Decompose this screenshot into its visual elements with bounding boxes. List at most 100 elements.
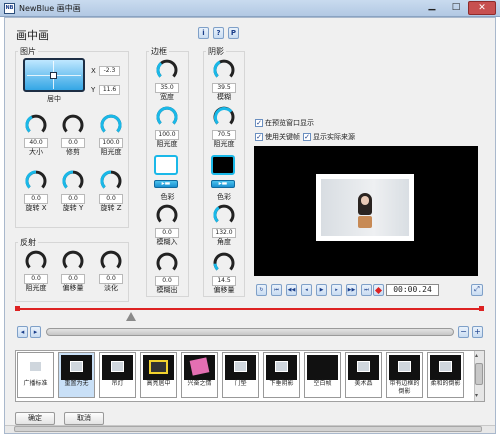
prev-keyframe-button[interactable]: ◀◀: [286, 284, 297, 296]
loop-button[interactable]: ↻: [256, 284, 267, 296]
x-value[interactable]: -2.3: [99, 66, 120, 76]
shadow-blur-value[interactable]: 39.5: [212, 83, 236, 93]
image-rotate-y-control: 0.0 旋转 Y: [55, 170, 91, 213]
zoom-out-button[interactable]: −: [458, 326, 469, 338]
preset-thumbnail: [102, 355, 133, 380]
reflection-offset-value[interactable]: 0.0: [61, 274, 85, 284]
image-rotate-x-knob[interactable]: [25, 170, 47, 192]
image-rotate-y-value[interactable]: 0.0: [61, 194, 85, 204]
shadow-blur-knob[interactable]: [213, 59, 235, 81]
app-icon: NB: [4, 3, 15, 14]
keyframe-start[interactable]: [15, 306, 20, 311]
border-blur-out-label: 模糊出: [156, 286, 178, 294]
playhead-marker[interactable]: [126, 312, 136, 321]
shadow-angle-knob[interactable]: [213, 204, 235, 226]
preset-item[interactable]: 兴奋之情: [181, 352, 218, 398]
border-color-swatch[interactable]: [154, 155, 178, 175]
preset-scroll-down-icon[interactable]: ▾: [475, 392, 478, 400]
keyframe-end[interactable]: [479, 306, 484, 311]
preset-item[interactable]: 广播标准: [17, 352, 54, 398]
position-pad[interactable]: [23, 58, 85, 92]
reflection-fade-knob[interactable]: [100, 250, 122, 272]
preset-scroll-up-icon[interactable]: ▴: [475, 352, 478, 360]
shadow-angle-value[interactable]: 132.0: [212, 228, 236, 238]
image-crop-knob[interactable]: [62, 114, 84, 136]
minimize-button[interactable]: ▁: [420, 1, 444, 15]
preset-item[interactable]: 门垫: [222, 352, 259, 398]
go-end-button[interactable]: ⏭: [361, 284, 372, 296]
border-width-knob[interactable]: [156, 59, 178, 81]
preset-label: 空白帧: [313, 380, 332, 387]
next-frame-button[interactable]: ▸: [331, 284, 342, 296]
y-value[interactable]: 11.6: [99, 85, 120, 95]
preset-item[interactable]: 带有边框的倒影: [386, 352, 423, 398]
show-in-preview-checkbox[interactable]: ✓: [255, 119, 263, 127]
play-button[interactable]: ▶: [316, 284, 327, 296]
add-keyframe-button[interactable]: [373, 284, 384, 296]
image-opacity-value[interactable]: 100.0: [99, 138, 123, 148]
help-button[interactable]: ?: [213, 27, 224, 39]
shadow-color-picker-button[interactable]: ▸▬: [211, 180, 235, 188]
border-blur-out-value[interactable]: 0.0: [155, 276, 179, 286]
border-color-picker-button[interactable]: ▸▬: [154, 180, 178, 188]
image-opacity-label: 阻光度: [100, 148, 122, 156]
pip-frame: [316, 174, 414, 241]
image-crop-value[interactable]: 0.0: [61, 138, 85, 148]
keyframe-track[interactable]: [17, 308, 483, 310]
next-keyframe-button[interactable]: ▶▶: [346, 284, 357, 296]
position-handle[interactable]: [50, 72, 57, 79]
border-blur-in-knob[interactable]: [156, 204, 178, 226]
border-blur-out-knob[interactable]: [156, 252, 178, 274]
shadow-offset-knob[interactable]: [213, 252, 235, 274]
shadow-opacity-knob[interactable]: [213, 106, 235, 128]
preset-thumbnail: [184, 355, 215, 380]
reflection-fade-value[interactable]: 0.0: [99, 274, 123, 284]
maximize-button[interactable]: □: [444, 1, 468, 15]
use-keyframes-checkbox[interactable]: ✓: [255, 133, 263, 141]
close-button[interactable]: ✕: [468, 1, 496, 15]
preset-scroll-thumb[interactable]: [475, 363, 483, 385]
preset-button[interactable]: P: [228, 27, 239, 39]
preset-item[interactable]: 空白帧: [304, 352, 341, 398]
timeline-scrollbar[interactable]: [46, 328, 454, 336]
image-rotate-y-knob[interactable]: [62, 170, 84, 192]
preset-item[interactable]: 高亮居中: [140, 352, 177, 398]
preset-item[interactable]: 美术品: [345, 352, 382, 398]
image-size-knob[interactable]: [25, 114, 47, 136]
preset-item[interactable]: 吊灯: [99, 352, 136, 398]
shadow-angle-label: 角度: [217, 238, 231, 246]
image-rotate-z-knob[interactable]: [100, 170, 122, 192]
reflection-opacity-value[interactable]: 0.0: [24, 274, 48, 284]
person-face: [361, 196, 369, 205]
reflection-opacity-knob[interactable]: [25, 250, 47, 272]
shadow-color-swatch[interactable]: [211, 155, 235, 175]
image-rotate-z-value[interactable]: 0.0: [99, 194, 123, 204]
reflection-offset-knob[interactable]: [62, 250, 84, 272]
preset-item[interactable]: 重置为无: [58, 352, 95, 398]
prev-frame-button[interactable]: ◂: [301, 284, 312, 296]
go-start-button[interactable]: ⏮: [271, 284, 282, 296]
info-button[interactable]: i: [198, 27, 209, 39]
shadow-offset-value[interactable]: 14.5: [212, 276, 236, 286]
horizontal-scroll-thumb[interactable]: [14, 426, 482, 432]
border-opacity-knob[interactable]: [156, 106, 178, 128]
border-opacity-value[interactable]: 100.0: [155, 130, 179, 140]
cancel-button[interactable]: 取消: [64, 412, 104, 425]
fullscreen-button[interactable]: ⤢: [471, 284, 483, 296]
timeline-prev-button[interactable]: ◂: [17, 326, 28, 338]
border-blur-in-value[interactable]: 0.0: [155, 228, 179, 238]
preset-thumbnail: [389, 355, 420, 380]
image-opacity-knob[interactable]: [100, 114, 122, 136]
ok-button[interactable]: 确定: [15, 412, 55, 425]
pip-video: [321, 179, 409, 236]
zoom-in-button[interactable]: +: [472, 326, 483, 338]
preset-item[interactable]: 下垂阴影: [263, 352, 300, 398]
border-width-value[interactable]: 35.0: [155, 83, 179, 93]
preset-item[interactable]: 柔和的倒影: [427, 352, 464, 398]
image-rotate-x-value[interactable]: 0.0: [24, 194, 48, 204]
shadow-opacity-value[interactable]: 70.5: [212, 130, 236, 140]
show-actual-source-checkbox[interactable]: ✓: [303, 133, 311, 141]
timeline-next-button[interactable]: ▸: [30, 326, 41, 338]
timecode-display: 00:00.24: [386, 284, 439, 296]
image-size-value[interactable]: 40.0: [24, 138, 48, 148]
